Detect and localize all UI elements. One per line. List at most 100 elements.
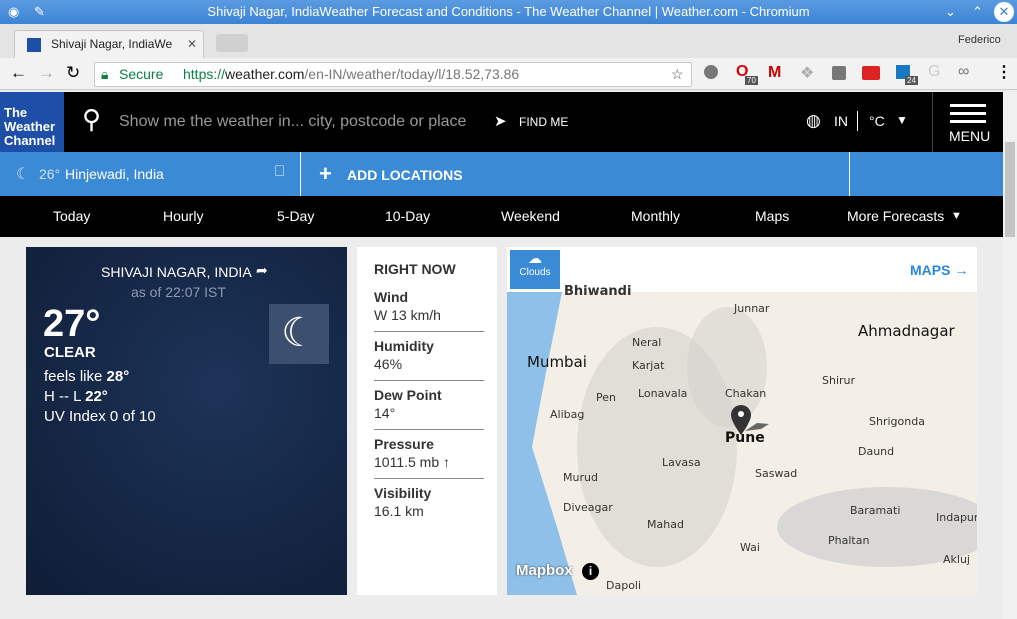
logo-text: Channel: [4, 133, 56, 148]
lock-icon: 🔒︎: [101, 66, 109, 82]
caret-down-icon[interactable]: ▼: [896, 113, 908, 127]
window-titlebar: Shivaji Nagar, IndiaWeather Forecast and…: [0, 0, 1017, 24]
share-arrow-icon[interactable]: ➦: [256, 262, 268, 279]
moon-icon: ☾: [16, 166, 31, 183]
city-label: Lavasa: [662, 456, 701, 469]
city-label: Alibag: [550, 408, 585, 421]
hamburger-icon: [950, 104, 986, 107]
city-label: Karjat: [632, 359, 665, 372]
label: Wind: [374, 289, 409, 305]
site-header: The Weather Channel ⚲ Show me the weathe…: [0, 92, 1003, 152]
layer-label: Clouds: [519, 267, 551, 278]
city-label: Daund: [858, 445, 895, 458]
nav-more-forecasts[interactable]: More Forecasts: [847, 208, 944, 224]
label: Humidity: [374, 338, 434, 354]
url-path: /en-IN/weather/today/l/18.52,73.86: [304, 66, 520, 82]
globe-icon: ◍: [806, 111, 821, 130]
info-icon[interactable]: i: [582, 563, 599, 580]
extension-dropbox-icon[interactable]: ❖: [800, 63, 814, 83]
value: W 13 km/h: [374, 307, 441, 323]
uv-index: UV Index 0 of 10: [44, 408, 156, 425]
feels-like: feels like 28°: [44, 368, 129, 385]
logo-text: Weather: [4, 119, 56, 134]
extension-link-icon[interactable]: ∞: [958, 63, 969, 81]
close-window-button[interactable]: ✕: [994, 2, 1014, 22]
feels-value: 28°: [106, 368, 130, 385]
nav-10-day[interactable]: 10-Day: [385, 208, 430, 224]
extension-g-icon[interactable]: G: [928, 63, 940, 81]
profile-name[interactable]: Federico: [958, 34, 1001, 46]
minimize-button[interactable]: ⌄: [945, 0, 956, 24]
city-label: Neral: [632, 336, 662, 349]
city-label: Mahad: [647, 518, 684, 531]
hi-lo: H -- L 22°: [44, 388, 108, 405]
nav-5-day[interactable]: 5-Day: [277, 208, 314, 224]
search-input[interactable]: Show me the weather in... city, postcode…: [119, 113, 466, 131]
location-pin-icon: [731, 405, 769, 435]
extension-gmail-icon[interactable]: M: [768, 64, 781, 82]
unit-selector[interactable]: °C: [869, 113, 885, 129]
maps-link[interactable]: MAPS →: [910, 262, 968, 278]
extension-settings-icon[interactable]: [704, 65, 718, 79]
forward-button[interactable]: →: [38, 63, 55, 83]
maximize-button[interactable]: ⌃: [972, 0, 983, 24]
city-label: Shirur: [822, 374, 856, 387]
city-label: Lonavala: [638, 387, 688, 400]
menu-button[interactable]: MENU: [932, 92, 1003, 152]
bookmark-icon[interactable]: ⎕: [275, 163, 284, 180]
toolbar: ← → ↻ 🔒︎ Secure https://weather.com/en-I…: [0, 58, 1017, 90]
weather-map[interactable]: ☁ Clouds MAPS → Bhiwandi Junnar Ahmadnag…: [507, 247, 977, 595]
extension-badge: 70: [745, 76, 758, 85]
city-label: Shrigonda: [869, 415, 925, 428]
extension-badge: 24: [905, 76, 918, 85]
current-temp: 27°: [43, 303, 101, 345]
tab-close-icon[interactable]: ✕: [187, 31, 197, 57]
city-label: Wai: [740, 541, 760, 554]
city-label: Junnar: [734, 302, 770, 315]
region-selector[interactable]: IN: [834, 113, 848, 129]
city-label: Bhiwandi: [564, 284, 632, 299]
condition: CLEAR: [44, 344, 96, 361]
city-label: Ahmadnagar: [858, 322, 955, 340]
address-bar[interactable]: 🔒︎ Secure https://weather.com/en-IN/weat…: [94, 62, 692, 87]
city-label: Chakan: [725, 387, 767, 400]
tab-active[interactable]: Shivaji Nagar, IndiaWe ✕: [14, 30, 204, 58]
city-label: Indapur: [936, 511, 977, 524]
pin-icon[interactable]: ✎: [34, 0, 45, 24]
browser-menu-icon[interactable]: ⋮: [996, 62, 1012, 82]
city-label: Saswad: [755, 467, 798, 480]
nav-monthly[interactable]: Monthly: [631, 208, 680, 224]
city-label: Pen: [596, 391, 616, 404]
chromium-icon: ◉: [8, 4, 20, 19]
hilo-label: H -- L: [44, 388, 81, 405]
caret-down-icon[interactable]: ▼: [951, 210, 962, 222]
scrollbar[interactable]: [1003, 92, 1017, 619]
clouds-layer-button[interactable]: ☁ Clouds: [510, 250, 560, 289]
bookmark-star-icon[interactable]: ☆: [671, 63, 684, 86]
label: Pressure: [374, 436, 434, 452]
forecast-nav: Today Hourly 5-Day 10-Day Weekend Monthl…: [0, 196, 1003, 237]
nav-hourly[interactable]: Hourly: [163, 208, 203, 224]
weather-channel-logo[interactable]: The Weather Channel: [0, 92, 64, 152]
nav-today[interactable]: Today: [53, 208, 90, 224]
city-label: Dapoli: [606, 579, 642, 592]
mapbox-logo[interactable]: Mapbox: [516, 562, 573, 579]
reload-button[interactable]: ↻: [66, 63, 80, 83]
extension-cors-icon[interactable]: [862, 66, 880, 80]
pressure-item: Pressure 1011.5 mb ↑: [374, 429, 484, 478]
back-button[interactable]: ←: [10, 63, 27, 83]
city-label: Baramati: [850, 504, 901, 517]
add-locations-button[interactable]: ADD LOCATIONS: [347, 167, 463, 183]
new-tab-button[interactable]: [216, 34, 248, 52]
label: Visibility: [374, 485, 432, 501]
location-name: SHIVAJI NAGAR, INDIA: [101, 264, 252, 280]
city-label: Phaltan: [828, 534, 870, 547]
extension-shield-icon[interactable]: [832, 66, 846, 80]
nav-weekend[interactable]: Weekend: [501, 208, 560, 224]
city-label: Diveagar: [563, 501, 613, 514]
find-me-button[interactable]: FIND ME: [519, 115, 568, 129]
window-title: Shivaji Nagar, IndiaWeather Forecast and…: [207, 4, 810, 19]
nav-maps[interactable]: Maps: [755, 208, 789, 224]
saved-location[interactable]: Hinjewadi, India: [65, 166, 164, 182]
city-label: Akluj: [943, 553, 970, 566]
